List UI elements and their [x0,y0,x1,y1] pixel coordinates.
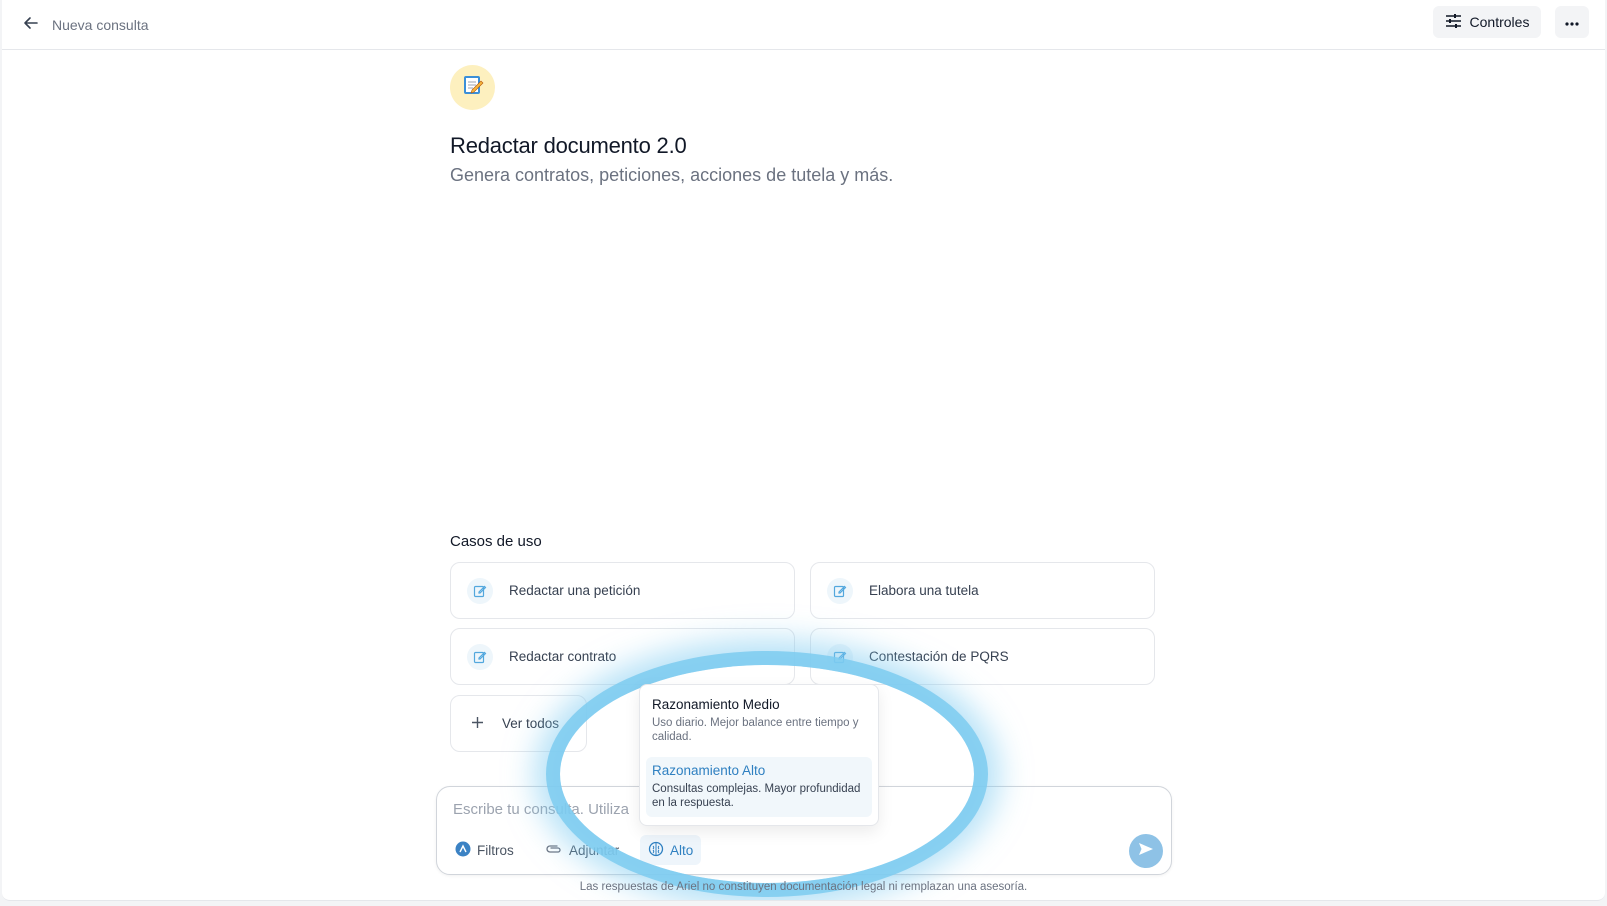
reasoning-option-high[interactable]: Razonamiento Alto Consultas complejas. M… [646,757,872,817]
option-description: Uso diario. Mejor balance entre tiempo y… [652,717,859,743]
arrow-left-icon [22,14,40,37]
use-case-label: Redactar una petición [509,583,641,598]
use-case-card[interactable]: Redactar una petición [450,562,795,619]
edit-icon [827,643,853,670]
option-description: Consultas complejas. Mayor profundidad e… [652,783,861,809]
use-cases-heading: Casos de uso [450,533,542,550]
use-case-label: Elabora una tutela [869,583,979,598]
controls-label: Controles [1469,14,1530,30]
reasoning-option-medium[interactable]: Razonamiento Medio Uso diario. Mejor bal… [646,691,872,751]
page-title: Redactar documento 2.0 [450,133,687,158]
more-options-button[interactable] [1555,6,1589,38]
back-button[interactable]: Nueva consulta [22,10,149,40]
use-case-label: Contestación de PQRS [869,649,1009,664]
filters-button[interactable]: Filtros [447,835,522,865]
use-case-label: Redactar contrato [509,649,617,664]
app-window: Nueva consulta Controles Redactar docume… [2,0,1605,901]
reasoning-level-button[interactable]: Alto [640,835,702,865]
filter-logo-icon [455,841,471,860]
use-case-card[interactable]: Contestación de PQRS [810,628,1155,685]
send-button[interactable] [1129,834,1163,868]
edit-icon [467,577,493,604]
paperclip-icon [545,843,563,858]
send-icon [1138,842,1154,861]
reasoning-level-label: Alto [670,842,694,858]
see-all-button[interactable]: Ver todos [450,695,587,752]
ellipsis-icon [1565,13,1579,31]
page-subtitle: Genera contratos, peticiones, acciones d… [450,165,894,185]
use-case-card[interactable]: Redactar contrato [450,628,795,685]
disclaimer-text: Las respuestas de Ariel no constituyen d… [579,881,1028,893]
plus-icon [471,716,484,732]
option-name: Razonamiento Alto [652,763,766,778]
edit-icon [467,643,493,670]
use-case-card[interactable]: Elabora una tutela [810,562,1155,619]
controls-button[interactable]: Controles [1433,6,1541,38]
attach-label: Adjuntar [569,842,620,858]
edit-icon [827,577,853,604]
assistant-avatar [450,65,495,110]
top-bar: Nueva consulta Controles [2,0,1605,50]
sliders-icon [1445,13,1462,32]
brain-icon [648,841,664,860]
see-all-label: Ver todos [502,716,560,731]
filters-label: Filtros [477,842,514,858]
option-name: Razonamiento Medio [652,697,780,712]
memo-icon [461,73,485,102]
reasoning-menu: Razonamiento Medio Uso diario. Mejor bal… [639,684,879,826]
back-label: Nueva consulta [52,17,149,33]
attach-button[interactable]: Adjuntar [537,835,627,865]
